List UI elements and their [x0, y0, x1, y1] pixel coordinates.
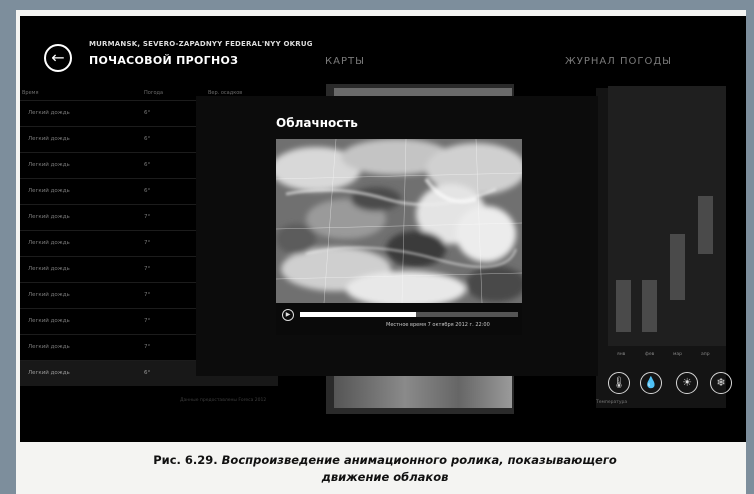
- condition-cell: Легкий дождь: [28, 188, 70, 194]
- condition-cell: Легкий дождь: [28, 162, 70, 168]
- temperature-cell: 7°: [144, 292, 151, 298]
- region-name: MURMANSK, SEVERO-ZAPADNYY FEDERAL'NYY OK…: [89, 40, 313, 48]
- raindrop-icon[interactable]: 💧: [640, 372, 662, 394]
- temperature-cell: 7°: [144, 344, 151, 350]
- chart-bar: [670, 234, 685, 300]
- temperature-cell: 6°: [144, 370, 151, 376]
- figure-number: Рис. 6.29.: [153, 453, 218, 467]
- temperature-cell: 6°: [144, 110, 151, 116]
- thermometer-icon[interactable]: 🌡: [608, 372, 630, 394]
- condition-cell: Легкий дождь: [28, 266, 70, 272]
- condition-cell: Легкий дождь: [28, 370, 70, 376]
- figure-text-line1: Воспроизведение анимационного ролика, по…: [221, 453, 617, 467]
- dialog-title: Облачность: [276, 116, 358, 130]
- play-button[interactable]: ▶: [282, 309, 294, 321]
- video-progress-slider[interactable]: [300, 312, 518, 317]
- temperature-cell: 6°: [144, 162, 151, 168]
- temperature-cell: 6°: [144, 188, 151, 194]
- video-controls: [276, 303, 522, 335]
- condition-cell: Легкий дождь: [28, 344, 70, 350]
- table-footnote: Данные предоставлены Foreca 2012: [180, 398, 267, 403]
- month-label: фев: [645, 352, 655, 357]
- satellite-image: [276, 139, 522, 303]
- progress-fill: [300, 312, 416, 317]
- column-header-weather: Погода: [144, 90, 164, 96]
- figure-text-line2: движение облаков: [321, 470, 449, 484]
- play-icon: ▶: [285, 311, 291, 318]
- condition-cell: Легкий дождь: [28, 110, 70, 116]
- condition-cell: Легкий дождь: [28, 136, 70, 142]
- month-label: апр: [701, 352, 710, 357]
- chart-bar: [642, 280, 657, 332]
- temperature-cell: 7°: [144, 240, 151, 246]
- back-button[interactable]: ←: [44, 44, 72, 72]
- sun-icon[interactable]: ☀: [676, 372, 698, 394]
- temperature-cell: 7°: [144, 266, 151, 272]
- month-label: мар: [673, 352, 683, 357]
- chart-bar: [616, 280, 631, 332]
- condition-cell: Легкий дождь: [28, 214, 70, 220]
- temperature-cell: 7°: [144, 318, 151, 324]
- page-title: ПОЧАСОВОЙ ПРОГНОЗ: [89, 54, 239, 67]
- snowflake-icon[interactable]: ❄: [710, 372, 732, 394]
- icon-caption: Температура: [596, 400, 628, 405]
- temperature-cell: 6°: [144, 136, 151, 142]
- column-header-time: Время: [22, 90, 39, 96]
- condition-cell: Легкий дождь: [28, 292, 70, 298]
- month-label: янв: [617, 352, 626, 357]
- tab-weather-journal[interactable]: ЖУРНАЛ ПОГОДЫ: [565, 56, 672, 67]
- tab-maps[interactable]: КАРТЫ: [325, 56, 365, 67]
- chart-bar: [698, 196, 713, 254]
- timestamp-label: Местное время 7 октября 2012 г. 22:00: [386, 322, 490, 328]
- condition-cell: Легкий дождь: [28, 240, 70, 246]
- arrow-left-icon: ←: [51, 48, 65, 67]
- journal-chart: [608, 86, 726, 346]
- cloud-animation-video[interactable]: [276, 139, 522, 303]
- figure-caption: Рис. 6.29. Воспроизведение анимационного…: [40, 452, 730, 486]
- condition-cell: Легкий дождь: [28, 318, 70, 324]
- temperature-cell: 7°: [144, 214, 151, 220]
